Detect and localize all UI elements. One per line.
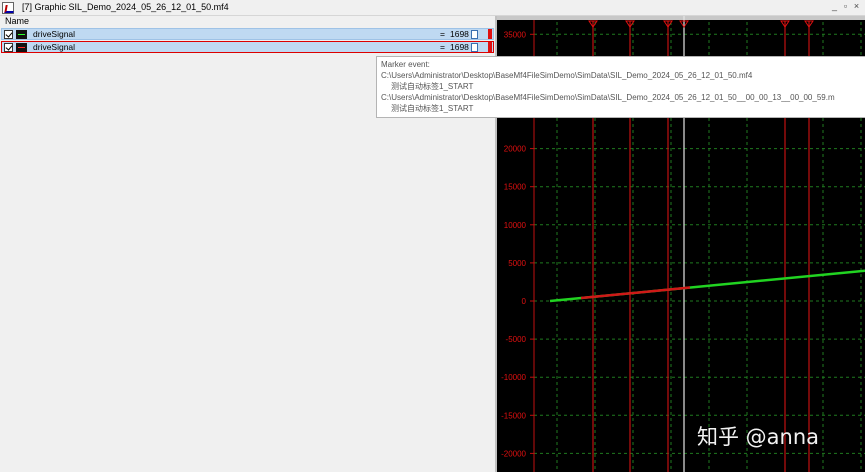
minimize-button[interactable]: _	[830, 1, 839, 11]
tooltip-label: 测试自动标签1_START	[391, 104, 474, 113]
signal-color-icon	[16, 30, 27, 39]
close-button[interactable]: ×	[852, 1, 861, 11]
marker-color-bar	[488, 42, 492, 52]
y-tick-label: 15000	[504, 183, 527, 192]
tooltip-label: 测试自动标签1_START	[391, 82, 474, 91]
y-tick-label: 35000	[504, 30, 527, 39]
y-tick-label: 0	[522, 297, 527, 306]
signal-equals: =	[440, 42, 445, 52]
restore-button[interactable]: ▫	[841, 1, 850, 11]
y-tick-label: 20000	[504, 145, 527, 154]
y-tick-label: -20000	[501, 449, 526, 458]
document-icon[interactable]	[471, 43, 478, 52]
marker-event-tooltip: Marker event: C:\Users\Administrator\Des…	[376, 56, 865, 118]
signal-value: 1698	[450, 42, 469, 52]
window-controls: _ ▫ ×	[830, 1, 861, 11]
window-title: [7] Graphic SIL_Demo_2024_05_26_12_01_50…	[22, 2, 229, 12]
tooltip-heading: Marker event:	[381, 60, 430, 69]
signal-name: driveSignal	[33, 42, 76, 52]
title-bar[interactable]: [7] Graphic SIL_Demo_2024_05_26_12_01_50…	[0, 0, 865, 16]
y-tick-label: -5000	[506, 335, 527, 344]
y-tick-label: -15000	[501, 411, 526, 420]
signal-visible-checkbox[interactable]	[4, 30, 13, 39]
y-tick-label: -10000	[501, 373, 526, 382]
graphic-window-icon	[2, 2, 14, 14]
signal-row[interactable]: driveSignal = 1698	[1, 28, 494, 40]
signal-color-icon	[16, 43, 27, 52]
plot-top-strip	[497, 16, 865, 20]
y-tick-label: 5000	[508, 259, 526, 268]
signal-visible-checkbox[interactable]	[4, 43, 13, 52]
graphic-window: [7] Graphic SIL_Demo_2024_05_26_12_01_50…	[0, 0, 865, 472]
watermark-text: 知乎 @anna	[697, 425, 820, 449]
signal-value: 1698	[450, 29, 469, 39]
signal-name: driveSignal	[33, 29, 76, 39]
y-tick-label: 10000	[504, 221, 527, 230]
name-column-header[interactable]: Name	[0, 16, 495, 27]
signal-equals: =	[440, 29, 445, 39]
tooltip-path: C:\Users\Administrator\Desktop\BaseMf4Fi…	[381, 93, 835, 102]
marker-color-bar	[488, 29, 492, 39]
signal-line-red	[580, 286, 691, 300]
document-icon[interactable]	[471, 30, 478, 39]
signal-row[interactable]: driveSignal = 1698	[1, 41, 494, 53]
tooltip-path: C:\Users\Administrator\Desktop\BaseMf4Fi…	[381, 71, 753, 80]
